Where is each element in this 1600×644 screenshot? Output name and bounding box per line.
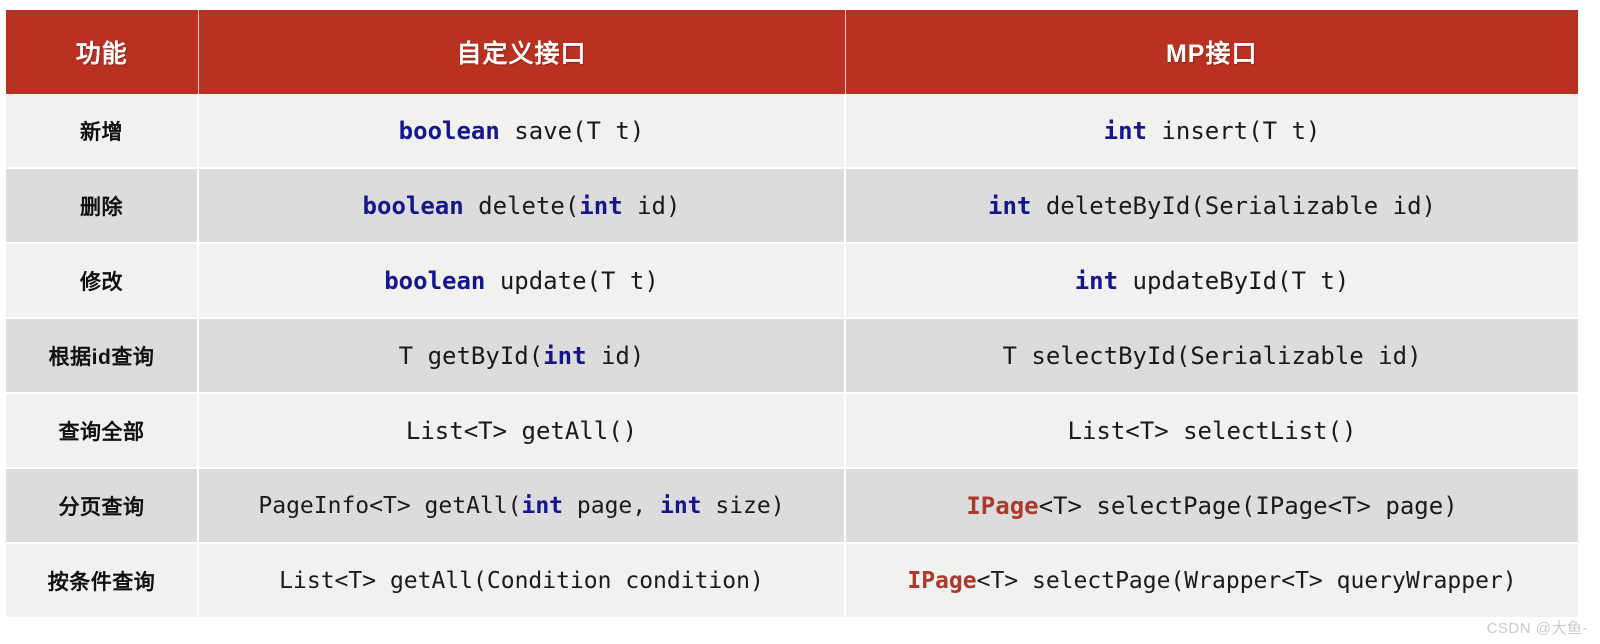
table-row: 查询全部 List<T> getAll() List<T> selectList()	[6, 393, 1578, 469]
cell-custom-interface: boolean update(T t)	[198, 243, 846, 319]
code-keyword: int	[659, 492, 702, 519]
cell-feature: 查询全部	[6, 393, 199, 469]
csdn-watermark: CSDN @大鱼-	[1486, 620, 1588, 637]
api-comparison-table: 功能 自定义接口 MP接口 新增 boolean save(T t) int ins…	[6, 10, 1578, 617]
code-text: insert(T t)	[1146, 116, 1321, 145]
cell-mp-interface: int updateById(T t)	[845, 243, 1578, 319]
table-row: 根据id查询 T getById(int id) T selectById(Seri…	[6, 318, 1578, 394]
cell-mp-interface: int insert(T t)	[845, 94, 1578, 169]
code-text: save(T t)	[499, 116, 645, 145]
cell-feature: 分页查询	[6, 468, 199, 544]
table-row: 新增 boolean save(T t) int insert(T t)	[6, 94, 1578, 169]
table-row: 修改 boolean update(T t) int updateById(T t)	[6, 243, 1578, 319]
code-text: PageInfo<T> getAll(	[258, 492, 522, 519]
cell-custom-interface: List<T> getAll()	[198, 393, 846, 469]
cell-feature: 新增	[6, 94, 199, 169]
code-text: id)	[586, 341, 645, 370]
code-keyword: boolean	[362, 191, 464, 220]
code-text: T selectById(Serializable id)	[1002, 341, 1422, 370]
comparison-table-container: 功能 自定义接口 MP接口 新增 boolean save(T t) int ins…	[6, 10, 1578, 617]
cell-mp-interface: List<T> selectList()	[845, 393, 1578, 469]
code-text: List<T> getAll(Condition condition)	[279, 567, 764, 594]
cell-feature: 按条件查询	[6, 543, 199, 617]
code-keyword: boolean	[384, 266, 486, 295]
code-text: List<T> getAll()	[405, 416, 638, 445]
code-text: <T> selectPage(IPage<T> page)	[1038, 491, 1458, 520]
table-header: 功能 自定义接口 MP接口	[6, 10, 1578, 94]
code-text: update(T t)	[485, 266, 659, 295]
cell-mp-interface: IPage<T> selectPage(Wrapper<T> queryWrap…	[845, 543, 1578, 617]
column-header-feature: 功能	[6, 10, 199, 94]
code-keyword: int	[1074, 266, 1119, 295]
code-text: List<T> selectList()	[1067, 416, 1357, 445]
code-text: updateById(T t)	[1118, 266, 1350, 295]
cell-custom-interface: PageInfo<T> getAll(int page, int size)	[198, 468, 846, 544]
code-text: <T> selectPage(Wrapper<T> queryWrapper)	[976, 567, 1517, 594]
column-header-mp-interface: MP接口	[845, 10, 1578, 94]
code-keyword: int	[543, 341, 587, 370]
table-row: 分页查询 PageInfo<T> getAll(int page, int siz…	[6, 468, 1578, 544]
code-keyword: int	[988, 191, 1032, 220]
code-keyword: int	[1103, 116, 1147, 145]
table-row: 删除 boolean delete(int id) int deleteById(S…	[6, 168, 1578, 244]
code-keyword: boolean	[398, 116, 500, 145]
cell-custom-interface: boolean delete(int id)	[198, 168, 846, 244]
column-header-custom-interface: 自定义接口	[198, 10, 846, 94]
code-keyword: int	[521, 492, 564, 519]
code-type-ipage: IPage	[966, 491, 1039, 520]
cell-feature: 根据id查询	[6, 318, 199, 394]
table-body: 新增 boolean save(T t) int insert(T t) 删除 bool…	[6, 94, 1578, 617]
code-keyword: int	[579, 191, 623, 220]
cell-mp-interface: int deleteById(Serializable id)	[845, 168, 1578, 244]
cell-mp-interface: T selectById(Serializable id)	[845, 318, 1578, 394]
cell-custom-interface: List<T> getAll(Condition condition)	[198, 543, 846, 617]
code-text: id)	[622, 191, 681, 220]
code-text: T getById(	[398, 341, 544, 370]
cell-feature: 修改	[6, 243, 199, 319]
code-text: deleteById(Serializable id)	[1031, 191, 1436, 220]
code-text: size)	[701, 492, 785, 519]
cell-custom-interface: T getById(int id)	[198, 318, 846, 394]
code-text: delete(	[463, 191, 580, 220]
cell-custom-interface: boolean save(T t)	[198, 94, 846, 169]
table-header-row: 功能 自定义接口 MP接口	[6, 10, 1578, 94]
code-text: page,	[563, 492, 660, 519]
table-row: 按条件查询 List<T> getAll(Condition condition)…	[6, 543, 1578, 617]
cell-feature: 删除	[6, 168, 199, 244]
cell-mp-interface: IPage<T> selectPage(IPage<T> page)	[845, 468, 1578, 544]
code-type-ipage: IPage	[907, 567, 977, 594]
